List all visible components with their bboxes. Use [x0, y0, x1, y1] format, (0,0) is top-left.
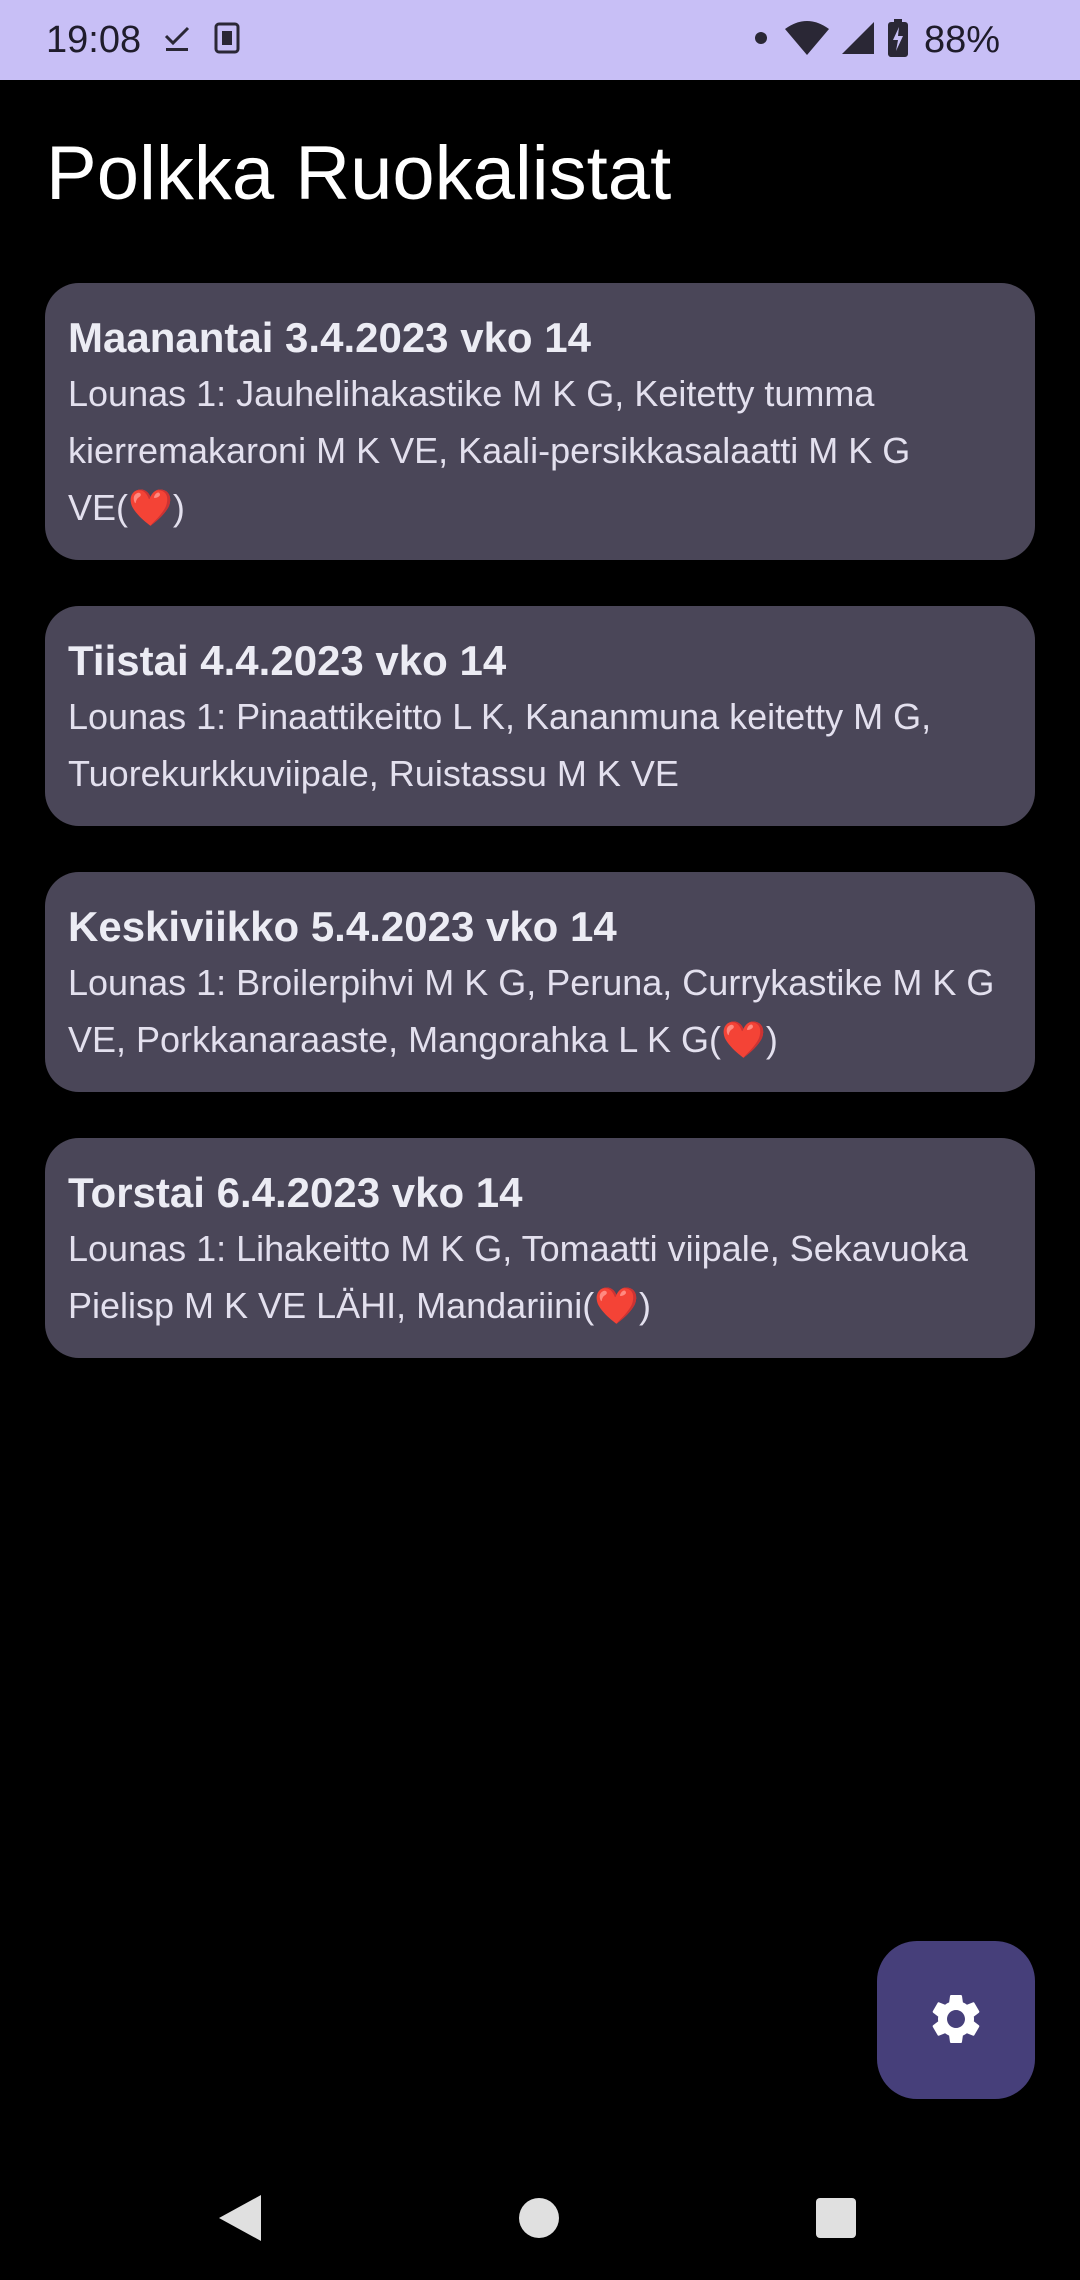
- day-title: Torstai 6.4.2023 vko 14: [68, 1169, 523, 1216]
- day-menu-text: Lounas 1: Jauhelihakastike M K G, Keitet…: [68, 373, 911, 528]
- day-card-wednesday[interactable]: Keskiviikko 5.4.2023 vko 14 Lounas 1: Br…: [45, 872, 1035, 1092]
- nav-home-button[interactable]: [509, 2190, 569, 2250]
- notification-dot-icon: [748, 25, 774, 56]
- day-card-tuesday[interactable]: Tiistai 4.4.2023 vko 14 Lounas 1: Pinaat…: [45, 606, 1035, 826]
- gear-icon: [926, 1989, 986, 2052]
- app-title: Polkka Ruokalistat: [46, 131, 672, 216]
- status-system-icons: 88%: [748, 16, 1000, 64]
- day-title: Maanantai 3.4.2023 vko 14: [68, 314, 591, 361]
- back-icon: [217, 2193, 263, 2248]
- battery-percentage: 88%: [923, 19, 1000, 61]
- recents-icon: [815, 2197, 857, 2244]
- day-title: Tiistai 4.4.2023 vko 14: [68, 637, 507, 684]
- sim-icon: [214, 22, 240, 59]
- nav-recents-button[interactable]: [806, 2190, 866, 2250]
- home-icon: [517, 2196, 561, 2245]
- battery-charging-icon: [886, 18, 910, 63]
- day-menu-text: Lounas 1: Pinaattikeitto L K, Kananmuna …: [68, 696, 932, 794]
- day-card-thursday[interactable]: Torstai 6.4.2023 vko 14 Lounas 1: Lihake…: [45, 1138, 1035, 1358]
- status-time: 19:08: [46, 19, 142, 61]
- download-done-icon: [162, 23, 192, 58]
- system-navigation-bar: [0, 2140, 1080, 2280]
- status-bar: 19:08 88%: [0, 0, 1080, 80]
- nav-back-button[interactable]: [210, 2190, 270, 2250]
- day-menu-text: Lounas 1: Lihakeitto M K G, Tomaatti vii…: [68, 1228, 968, 1326]
- wifi-icon: [784, 20, 830, 61]
- settings-button[interactable]: [877, 1941, 1035, 2099]
- day-menu-text: Lounas 1: Broilerpihvi M K G, Peruna, Cu…: [68, 962, 995, 1060]
- menu-list: Maanantai 3.4.2023 vko 14 Lounas 1: Jauh…: [45, 283, 1035, 1404]
- status-notification-icons: [162, 18, 240, 62]
- day-card-monday[interactable]: Maanantai 3.4.2023 vko 14 Lounas 1: Jauh…: [45, 283, 1035, 560]
- cell-signal-icon: [840, 20, 876, 61]
- day-title: Keskiviikko 5.4.2023 vko 14: [68, 903, 617, 950]
